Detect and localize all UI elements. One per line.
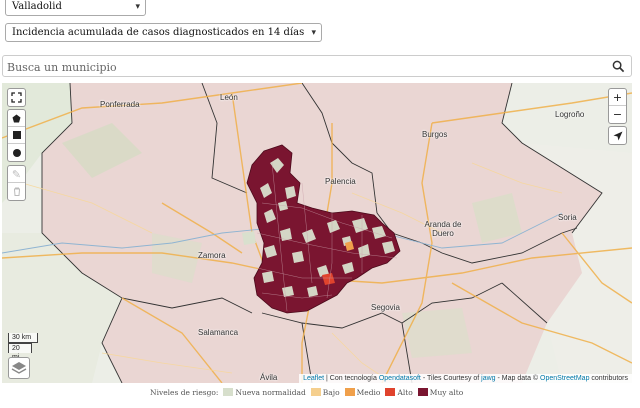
- legend-title: Niveles de riesgo:: [150, 387, 219, 397]
- legend-swatch: [344, 388, 355, 396]
- place-label: Segovia: [371, 303, 400, 312]
- place-label: Palencia: [325, 177, 356, 186]
- layers-control[interactable]: [8, 357, 30, 379]
- legend-swatch: [385, 388, 396, 396]
- place-label: Logroño: [555, 110, 585, 119]
- fullscreen-icon[interactable]: [8, 89, 25, 106]
- draw-circle-icon[interactable]: [8, 144, 25, 161]
- metric-select-value: Incidencia acumulada de casos diagnostic…: [12, 27, 305, 38]
- place-label: Ponferrada: [100, 100, 140, 109]
- delete-icon[interactable]: [8, 183, 25, 200]
- osm-link[interactable]: OpenStreetMap: [540, 375, 589, 382]
- locate-arrow-icon[interactable]: [609, 127, 626, 144]
- legend-item: Alto: [385, 388, 413, 397]
- place-label: Salamanca: [198, 328, 239, 337]
- legend-swatch: [310, 388, 321, 396]
- region-select[interactable]: Valladolid ▾: [5, 0, 146, 16]
- legend-item: Bajo: [310, 388, 340, 397]
- layers-icon: [11, 362, 27, 374]
- draw-rectangle-icon[interactable]: [8, 127, 25, 144]
- opendatasoft-link[interactable]: Opendatasoft: [379, 375, 421, 382]
- map-view[interactable]: Ponferrada León Burgos Logroño Palencia …: [2, 83, 632, 383]
- edit-toolbar: ✎: [7, 165, 26, 201]
- chevron-down-icon: ▾: [311, 28, 316, 38]
- legend-item: Nueva normalidad: [223, 388, 306, 397]
- chevron-down-icon: ▾: [135, 2, 140, 12]
- edit-icon[interactable]: ✎: [8, 166, 25, 183]
- zoom-control: + −: [608, 88, 627, 124]
- legend-swatch: [417, 388, 428, 396]
- place-label: Ávila: [260, 373, 278, 382]
- place-label: Burgos: [422, 130, 448, 139]
- draw-polygon-icon[interactable]: [8, 110, 25, 127]
- place-label: Aranda de Duero: [424, 220, 462, 238]
- metric-select[interactable]: Incidencia acumulada de casos diagnostic…: [5, 23, 322, 42]
- fullscreen-control: [7, 88, 26, 107]
- scale-mi: 20 mi: [8, 343, 32, 361]
- jawg-link[interactable]: jawg: [481, 375, 495, 382]
- map-attribution: Leaflet | Con tecnología Opendatasoft - …: [299, 374, 632, 383]
- locate-control: [608, 126, 627, 145]
- scale-bar: 30 km 20 mi: [8, 333, 38, 361]
- legend-swatch: [223, 388, 234, 396]
- municipality-search: [2, 55, 632, 78]
- leaflet-link[interactable]: Leaflet: [303, 375, 324, 382]
- legend-item: Medio: [344, 388, 380, 397]
- zoom-in-button[interactable]: +: [609, 89, 626, 106]
- place-label: León: [220, 93, 238, 102]
- zoom-out-button[interactable]: −: [609, 106, 626, 123]
- place-label: Soria: [558, 213, 577, 222]
- place-label: Zamora: [198, 251, 226, 260]
- draw-toolbar: [7, 109, 26, 162]
- map-canvas: [2, 83, 632, 383]
- legend-item: Muy alto: [417, 388, 463, 397]
- region-select-value: Valladolid: [12, 1, 62, 12]
- search-input[interactable]: [7, 57, 597, 78]
- scale-km: 30 km: [8, 333, 38, 343]
- search-icon[interactable]: [612, 60, 625, 73]
- risk-legend: Niveles de riesgo: Nueva normalidad Bajo…: [150, 386, 463, 398]
